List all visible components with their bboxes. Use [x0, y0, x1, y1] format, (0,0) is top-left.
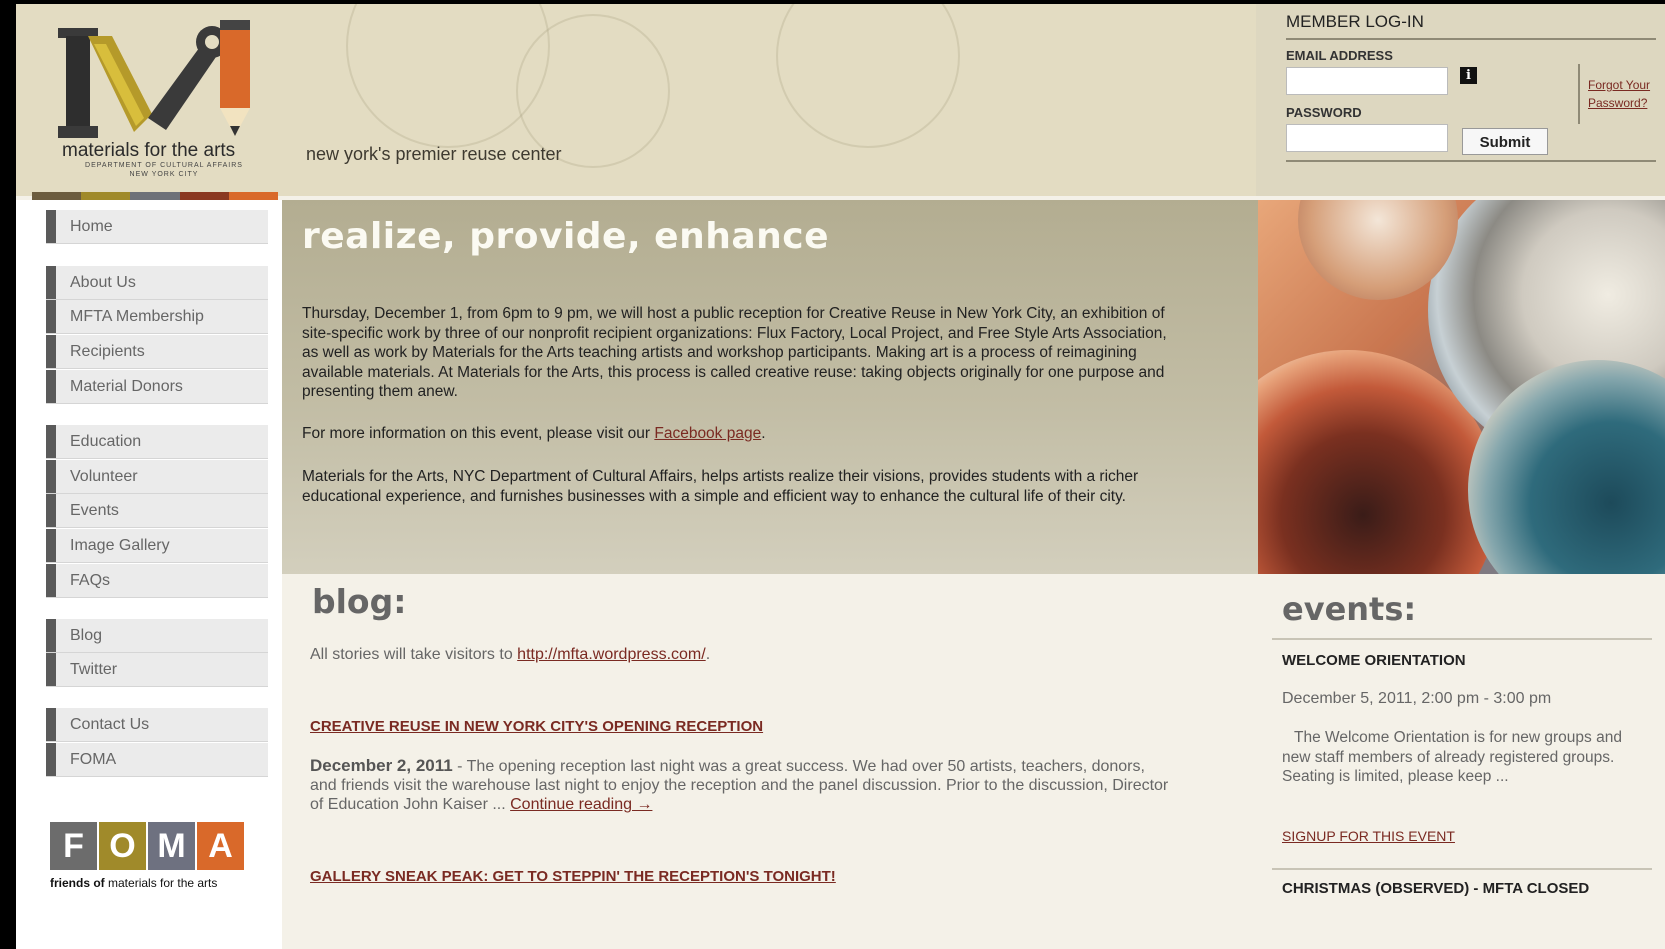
nav-item-about-us[interactable]: About Us [46, 266, 268, 300]
nav-item-recipients[interactable]: Recipients [46, 335, 268, 369]
nav-item-label: Blog [70, 627, 103, 644]
foma-subtitle: friends of materials for the arts [50, 876, 260, 890]
foma-letter: M [148, 822, 195, 870]
foma-letter: O [99, 822, 146, 870]
forgot-line-2: Password? [1588, 96, 1648, 110]
password-label: PASSWORD [1286, 105, 1362, 120]
nav-item-label: Twitter [70, 661, 118, 678]
nav-item-faqs[interactable]: FAQs [46, 564, 268, 598]
tagline: new york's premier reuse center [306, 144, 562, 164]
login-divider [1286, 160, 1656, 162]
nav-item-contact-us[interactable]: Contact Us [46, 708, 268, 742]
nav-item-events[interactable]: Events [46, 494, 268, 528]
login-divider [1286, 38, 1656, 40]
feature-paragraph-3: Materials for the Arts, NYC Department o… [302, 468, 1139, 505]
feature-paragraph-1: Thursday, December 1, from 6pm to 9 pm, … [302, 305, 1167, 400]
site-header: materials for the arts DEPARTMENT OF CUL… [16, 4, 1665, 202]
sidebar: Home About Us MFTA Membership Recipients… [16, 200, 282, 949]
nav-item-label: Home [70, 218, 113, 235]
blog-url-link[interactable]: http://mfta.wordpress.com/ [517, 646, 706, 663]
nav-item-twitter[interactable]: Twitter [46, 653, 268, 687]
nav-item-label: FAQs [70, 572, 111, 589]
nav-item-material-donors[interactable]: Material Donors [46, 370, 268, 404]
feature-paragraph-2-text: For more information on this event, plea… [302, 425, 655, 442]
events-divider [1272, 868, 1652, 870]
foma-subtitle-rest: materials for the arts [108, 876, 218, 890]
blog-post-excerpt-1: December 2, 2011 - The opening reception… [310, 756, 1170, 814]
blog-post-date: December 2, 2011 [310, 756, 453, 775]
nav-item-image-gallery[interactable]: Image Gallery [46, 529, 268, 563]
feature-heading: realize, provide, enhance [302, 216, 830, 257]
decor-circle [776, 4, 960, 148]
blog-post-title-1[interactable]: CREATIVE REUSE IN NEW YORK CITY'S OPENIN… [310, 718, 763, 735]
foma-letters: F O M A [50, 822, 260, 870]
info-icon[interactable]: i [1460, 67, 1477, 84]
login-title: MEMBER LOG-IN [1286, 12, 1424, 31]
forgot-password-link[interactable]: Forgot Your Password? [1588, 76, 1650, 112]
nav-item-home[interactable]: Home [46, 210, 268, 244]
paint-cans-photo [1258, 200, 1665, 574]
foma-subtitle-bold: friends of [50, 876, 105, 890]
nav-item-blog[interactable]: Blog [46, 619, 268, 653]
foma-letter: F [50, 822, 97, 870]
nav-item-education[interactable]: Education [46, 425, 268, 459]
event-description-1: The Welcome Orientation is for new group… [1282, 729, 1622, 785]
feature-panel: realize, provide, enhance Thursday, Dece… [282, 200, 1258, 574]
nav-item-label: Material Donors [70, 378, 183, 395]
foma-logo[interactable]: F O M A friends of materials for the art… [50, 822, 260, 922]
submit-button[interactable]: Submit [1462, 128, 1548, 155]
nav-item-mfta-membership[interactable]: MFTA Membership [46, 300, 268, 334]
nav-item-label: Contact Us [70, 716, 150, 733]
nav-item-label: About Us [70, 274, 136, 291]
blog-section: blog: All stories will take visitors to … [282, 574, 1258, 949]
nav-item-label: Image Gallery [70, 537, 170, 554]
nav-item-label: Volunteer [70, 468, 138, 485]
foma-letter: A [197, 822, 244, 870]
nav-item-label: Recipients [70, 343, 145, 360]
events-section: events: WELCOME ORIENTATION December 5, … [1258, 574, 1665, 949]
password-input[interactable] [1286, 124, 1448, 152]
nav-item-label: Events [70, 502, 119, 519]
login-vertical-divider [1578, 64, 1580, 124]
feature-paragraph-2-end: . [761, 425, 766, 442]
forgot-line-1: Forgot Your [1588, 78, 1651, 92]
nav-item-label: MFTA Membership [70, 308, 204, 325]
event-date-1: December 5, 2011, 2:00 pm - 3:00 pm [1282, 690, 1552, 707]
page: materials for the arts DEPARTMENT OF CUL… [16, 4, 1665, 949]
logo-text: materials for the arts [62, 140, 236, 161]
nav-item-label: Education [70, 433, 142, 450]
signup-event-link[interactable]: SIGNUP FOR THIS EVENT [1282, 828, 1455, 844]
continue-reading-link[interactable]: Continue reading → [510, 796, 652, 813]
nav-item-label: FOMA [70, 751, 117, 768]
events-divider [1272, 638, 1652, 640]
facebook-page-link[interactable]: Facebook page [654, 425, 761, 442]
event-title-2[interactable]: CHRISTMAS (OBSERVED) - MFTA CLOSED [1282, 880, 1589, 897]
blog-heading: blog: [312, 582, 407, 621]
nav-item-volunteer[interactable]: Volunteer [46, 460, 268, 494]
feature-paragraph-2: For more information on this event, plea… [302, 424, 1182, 444]
blog-intro-end: . [705, 646, 711, 663]
events-heading: events: [1282, 590, 1417, 628]
email-label: EMAIL ADDRESS [1286, 48, 1393, 63]
blog-intro: All stories will take visitors to http:/… [310, 646, 710, 664]
logo-department: DEPARTMENT OF CULTURAL AFFAIRS NEW YORK … [85, 162, 243, 178]
event-title-1[interactable]: WELCOME ORIENTATION [1282, 652, 1466, 669]
blog-post-title-2[interactable]: GALLERY SNEAK PEAK: GET TO STEPPIN' THE … [310, 868, 836, 885]
nav-item-foma[interactable]: FOMA [46, 743, 268, 777]
member-login-panel: MEMBER LOG-IN EMAIL ADDRESS i Forgot You… [1256, 4, 1665, 196]
blog-intro-text: All stories will take visitors to [310, 646, 518, 663]
email-input[interactable] [1286, 67, 1448, 95]
